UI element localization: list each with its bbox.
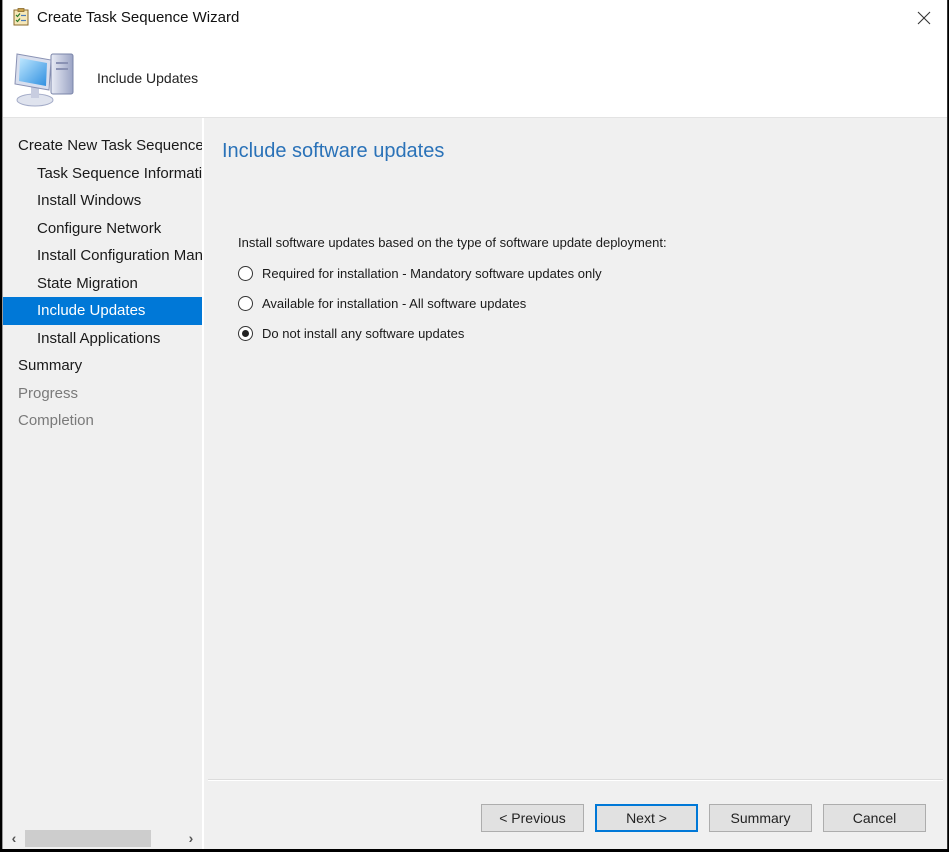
- sidebar-item-task-sequence-information[interactable]: Task Sequence Information: [3, 160, 202, 188]
- wizard-steps-list: Create New Task Sequence Task Sequence In…: [3, 132, 202, 435]
- scroll-right-icon[interactable]: ›: [182, 827, 200, 849]
- scroll-left-icon[interactable]: ‹: [5, 827, 23, 849]
- scrollbar-thumb[interactable]: [25, 830, 151, 847]
- cancel-button[interactable]: Cancel: [823, 804, 926, 832]
- radio-required-updates[interactable]: Required for installation - Mandatory so…: [238, 266, 602, 281]
- radio-button[interactable]: [238, 266, 253, 281]
- sidebar-item-state-migration[interactable]: State Migration: [3, 270, 202, 298]
- wizard-content: Include software updates Install softwar…: [204, 118, 947, 849]
- page-title: Include software updates: [222, 140, 445, 162]
- close-icon: [917, 11, 931, 25]
- wizard-window: Create Task Sequence Wizard Include Upda…: [2, 0, 948, 849]
- sidebar-item-completion: Completion: [18, 412, 94, 429]
- sidebar-item-configure-network[interactable]: Configure Network: [3, 215, 202, 243]
- radio-no-updates[interactable]: Do not install any software updates: [238, 326, 464, 341]
- task-sequence-icon: [13, 8, 29, 26]
- computer-icon: [11, 46, 77, 110]
- sidebar-item-include-updates[interactable]: Include Updates: [3, 297, 202, 325]
- sidebar-item-summary[interactable]: Summary: [3, 352, 202, 380]
- radio-button[interactable]: [238, 296, 253, 311]
- radio-label: Do not install any software updates: [262, 326, 465, 341]
- radio-available-updates[interactable]: Available for installation - All softwar…: [238, 296, 526, 311]
- next-button[interactable]: Next >: [595, 804, 698, 832]
- horizontal-scrollbar[interactable]: ‹ ›: [3, 827, 202, 849]
- sidebar-item-create-new-task-sequence[interactable]: Create New Task Sequence: [3, 132, 202, 160]
- button-separator: [208, 779, 943, 781]
- radio-button[interactable]: [238, 326, 253, 341]
- radio-label: Available for installation - All softwar…: [262, 296, 527, 311]
- close-button[interactable]: [901, 0, 947, 36]
- previous-button[interactable]: < Previous: [481, 804, 584, 832]
- radio-label: Required for installation - Mandatory so…: [262, 266, 602, 281]
- title-bar: Create Task Sequence Wizard: [3, 0, 947, 36]
- header-title: Include Updates: [97, 70, 199, 86]
- updates-prompt: Install software updates based on the ty…: [238, 235, 667, 250]
- window-title: Create Task Sequence Wizard: [37, 9, 240, 26]
- wizard-header: Include Updates: [3, 36, 947, 118]
- wizard-steps-sidebar: Create New Task Sequence Task Sequence In…: [3, 118, 204, 849]
- sidebar-item-install-applications[interactable]: Install Applications: [3, 325, 202, 353]
- sidebar-item-install-windows[interactable]: Install Windows: [3, 187, 202, 215]
- sidebar-item-install-configuration-manager[interactable]: Install Configuration Manager: [3, 242, 202, 270]
- summary-button[interactable]: Summary: [709, 804, 812, 832]
- sidebar-item-progress: Progress: [18, 384, 79, 402]
